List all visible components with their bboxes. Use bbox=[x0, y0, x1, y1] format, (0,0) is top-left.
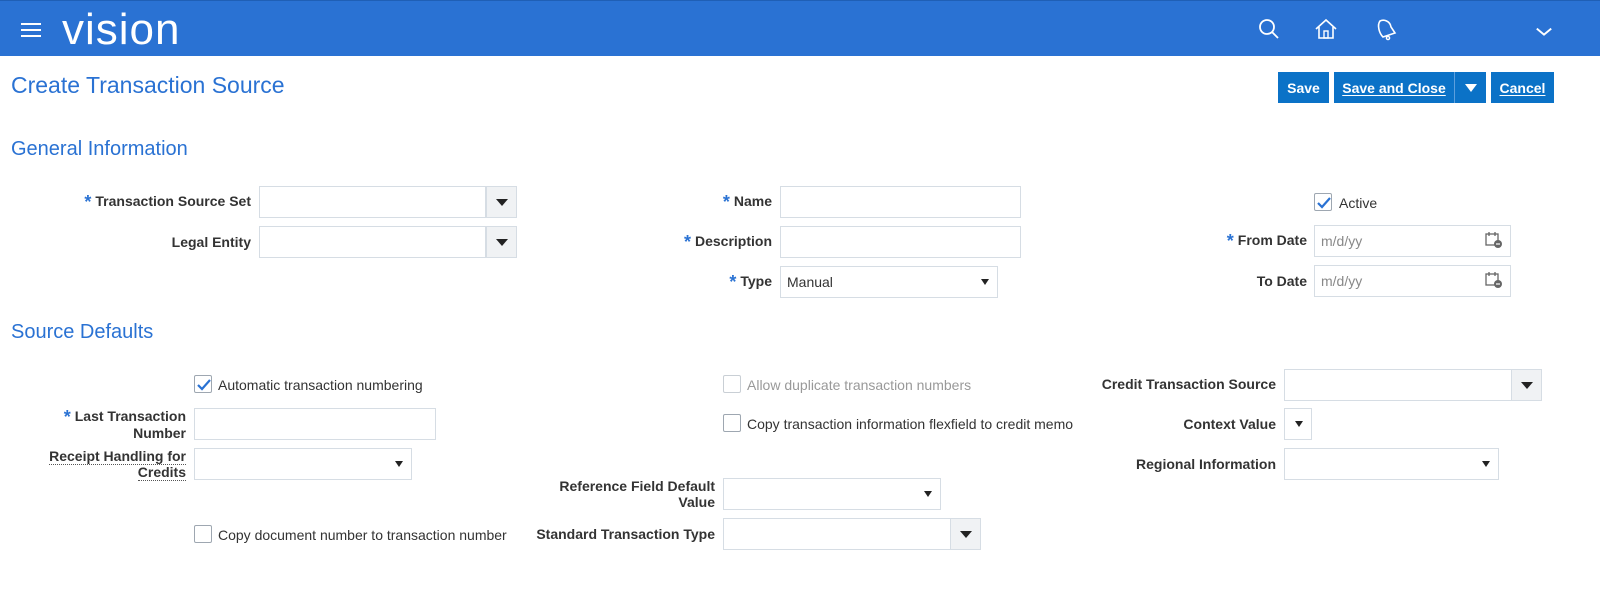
section-source-defaults: Source Defaults bbox=[11, 321, 154, 343]
automatic-numbering-label: Automatic transaction numbering bbox=[218, 377, 423, 393]
legal-entity-dropdown-button[interactable] bbox=[486, 226, 517, 258]
allow-duplicate-label: Allow duplicate transaction numbers bbox=[747, 377, 972, 393]
caret-down-icon bbox=[924, 491, 932, 497]
copy-flexfield-label: Copy transaction information flexfield t… bbox=[747, 416, 1074, 432]
transaction-source-set-input[interactable] bbox=[259, 186, 486, 218]
last-transaction-number-label: * Last Transaction Number bbox=[63, 407, 186, 441]
reference-field-default-select[interactable] bbox=[723, 478, 941, 510]
transaction-source-set-label: * Transaction Source Set bbox=[84, 192, 251, 212]
name-input[interactable] bbox=[780, 186, 1021, 218]
notifications-icon[interactable] bbox=[1374, 17, 1398, 41]
cancel-label: Cancel bbox=[1499, 79, 1546, 96]
legal-entity-label: Legal Entity bbox=[171, 234, 251, 250]
caret-down-icon bbox=[1464, 83, 1477, 92]
save-options-menu-button[interactable] bbox=[1454, 72, 1486, 103]
calendar-icon[interactable] bbox=[1485, 271, 1503, 289]
global-header: vision bbox=[0, 0, 1600, 56]
checkmark-icon bbox=[1317, 197, 1331, 209]
reference-field-default-label: Reference Field Default Value bbox=[559, 478, 715, 510]
copy-flexfield-checkbox[interactable] bbox=[723, 414, 741, 432]
last-transaction-number-input[interactable] bbox=[194, 408, 436, 440]
caret-down-icon bbox=[1482, 461, 1490, 467]
cancel-button[interactable]: Cancel bbox=[1491, 72, 1554, 103]
save-button[interactable]: Save bbox=[1278, 72, 1329, 103]
active-label: Active bbox=[1339, 195, 1378, 211]
credit-transaction-source-input[interactable] bbox=[1284, 369, 1512, 401]
to-date-label: To Date bbox=[1256, 273, 1307, 289]
section-general-information: General Information bbox=[11, 138, 188, 160]
allow-duplicate-checkbox[interactable] bbox=[723, 375, 741, 393]
menu-icon[interactable] bbox=[21, 23, 41, 37]
save-and-close-button[interactable]: Save and Close bbox=[1334, 72, 1454, 103]
caret-down-icon bbox=[1295, 421, 1303, 427]
required-icon: * bbox=[729, 272, 737, 292]
standard-transaction-type-label: Standard Transaction Type bbox=[536, 526, 715, 542]
receipt-handling-select[interactable] bbox=[194, 448, 412, 480]
chevron-down-icon[interactable] bbox=[1532, 19, 1552, 39]
type-select[interactable]: Manual bbox=[780, 266, 998, 298]
save-and-close-label: Save and Close bbox=[1342, 79, 1446, 96]
context-value-select[interactable] bbox=[1284, 408, 1312, 440]
context-value-label: Context Value bbox=[1183, 416, 1276, 432]
from-date-input[interactable]: m/d/yy bbox=[1314, 225, 1511, 257]
required-icon: * bbox=[84, 192, 92, 212]
credit-transaction-source-label: Credit Transaction Source bbox=[1101, 376, 1276, 392]
regional-information-label: Regional Information bbox=[1136, 456, 1276, 472]
caret-down-icon bbox=[495, 198, 508, 206]
copy-document-number-label: Copy document number to transaction numb… bbox=[218, 527, 507, 543]
description-label: * Description bbox=[683, 232, 772, 252]
description-input[interactable] bbox=[780, 226, 1021, 258]
caret-down-icon bbox=[395, 461, 403, 467]
regional-information-select[interactable] bbox=[1284, 448, 1499, 480]
required-icon: * bbox=[63, 407, 71, 427]
active-checkbox[interactable] bbox=[1314, 193, 1332, 211]
brand-logo[interactable]: vision bbox=[62, 4, 181, 56]
page-title: Create Transaction Source bbox=[11, 72, 285, 98]
name-label: * Name bbox=[722, 192, 772, 212]
legal-entity-input[interactable] bbox=[259, 226, 486, 258]
from-date-label: * From Date bbox=[1226, 231, 1307, 251]
type-select-value: Manual bbox=[787, 274, 833, 290]
search-icon[interactable] bbox=[1257, 17, 1281, 41]
calendar-icon[interactable] bbox=[1485, 231, 1503, 249]
type-label: * Type bbox=[729, 272, 772, 292]
caret-down-icon bbox=[495, 238, 508, 246]
credit-transaction-source-dropdown-button[interactable] bbox=[1511, 369, 1542, 401]
required-icon: * bbox=[722, 192, 730, 212]
receipt-handling-label: Receipt Handling for Credits bbox=[49, 448, 186, 481]
automatic-numbering-checkbox[interactable] bbox=[194, 375, 212, 393]
to-date-input[interactable]: m/d/yy bbox=[1314, 265, 1511, 297]
checkmark-icon bbox=[197, 379, 211, 391]
caret-down-icon bbox=[981, 279, 989, 285]
transaction-source-set-dropdown-button[interactable] bbox=[486, 186, 517, 218]
standard-transaction-type-input[interactable] bbox=[723, 518, 951, 550]
caret-down-icon bbox=[1520, 381, 1533, 389]
copy-document-number-checkbox[interactable] bbox=[194, 525, 212, 543]
caret-down-icon bbox=[959, 530, 972, 538]
home-icon[interactable] bbox=[1314, 17, 1338, 41]
required-icon: * bbox=[683, 232, 691, 252]
standard-transaction-type-dropdown-button[interactable] bbox=[950, 518, 981, 550]
required-icon: * bbox=[1226, 231, 1234, 251]
